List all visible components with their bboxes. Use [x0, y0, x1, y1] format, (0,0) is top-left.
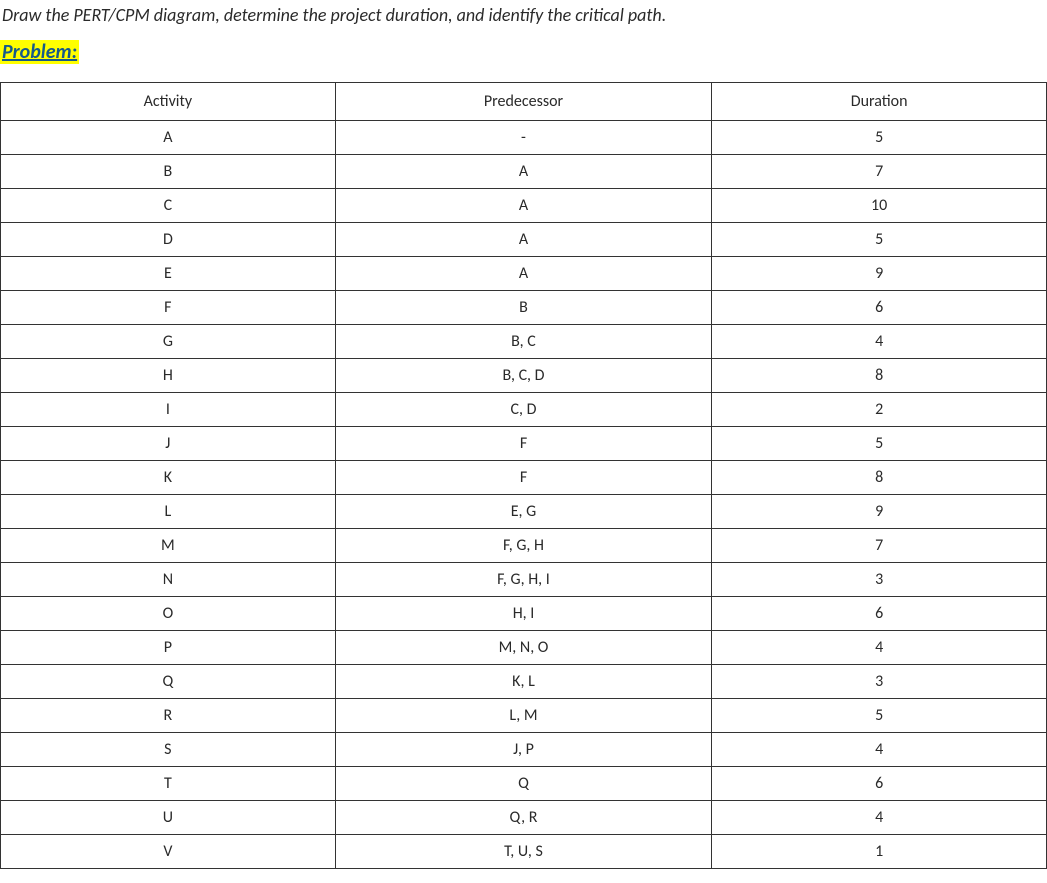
table-row: A-5	[1, 121, 1047, 155]
table-row: KF8	[1, 461, 1047, 495]
cell-predecessor: M, N, O	[335, 631, 712, 665]
table-row: GB, C4	[1, 325, 1047, 359]
cell-predecessor: Q	[335, 767, 712, 801]
cell-duration: 7	[712, 155, 1047, 189]
cell-activity: I	[1, 393, 336, 427]
cell-activity: O	[1, 597, 336, 631]
activity-table: Activity Predecessor Duration A-5BA7CA10…	[0, 82, 1047, 869]
cell-duration: 3	[712, 563, 1047, 597]
cell-predecessor: A	[335, 189, 712, 223]
cell-activity: V	[1, 835, 336, 869]
cell-predecessor: -	[335, 121, 712, 155]
cell-predecessor: F, G, H, I	[335, 563, 712, 597]
cell-activity: T	[1, 767, 336, 801]
cell-predecessor: F	[335, 461, 712, 495]
cell-duration: 9	[712, 495, 1047, 529]
cell-duration: 4	[712, 801, 1047, 835]
cell-duration: 2	[712, 393, 1047, 427]
cell-predecessor: A	[335, 223, 712, 257]
table-row: LE, G9	[1, 495, 1047, 529]
cell-activity: Q	[1, 665, 336, 699]
cell-duration: 6	[712, 291, 1047, 325]
table-row: NF, G, H, I3	[1, 563, 1047, 597]
cell-duration: 4	[712, 733, 1047, 767]
table-row: VT, U, S1	[1, 835, 1047, 869]
cell-predecessor: B	[335, 291, 712, 325]
cell-duration: 1	[712, 835, 1047, 869]
cell-activity: C	[1, 189, 336, 223]
cell-activity: N	[1, 563, 336, 597]
cell-predecessor: H, I	[335, 597, 712, 631]
table-row: BA7	[1, 155, 1047, 189]
cell-predecessor: E, G	[335, 495, 712, 529]
cell-activity: A	[1, 121, 336, 155]
cell-activity: K	[1, 461, 336, 495]
cell-activity: L	[1, 495, 336, 529]
cell-activity: B	[1, 155, 336, 189]
cell-predecessor: A	[335, 155, 712, 189]
cell-duration: 5	[712, 121, 1047, 155]
cell-duration: 6	[712, 597, 1047, 631]
cell-activity: E	[1, 257, 336, 291]
cell-duration: 5	[712, 427, 1047, 461]
cell-predecessor: F	[335, 427, 712, 461]
cell-duration: 4	[712, 631, 1047, 665]
table-header-row: Activity Predecessor Duration	[1, 83, 1047, 121]
cell-activity: S	[1, 733, 336, 767]
header-predecessor: Predecessor	[335, 83, 712, 121]
table-row: RL, M5	[1, 699, 1047, 733]
cell-predecessor: K, L	[335, 665, 712, 699]
table-row: MF, G, H7	[1, 529, 1047, 563]
problem-label: Problem:	[0, 40, 79, 64]
cell-predecessor: B, C, D	[335, 359, 712, 393]
cell-predecessor: A	[335, 257, 712, 291]
cell-duration: 10	[712, 189, 1047, 223]
cell-duration: 8	[712, 359, 1047, 393]
cell-activity: G	[1, 325, 336, 359]
table-row: TQ6	[1, 767, 1047, 801]
cell-duration: 5	[712, 699, 1047, 733]
cell-activity: R	[1, 699, 336, 733]
header-activity: Activity	[1, 83, 336, 121]
cell-duration: 8	[712, 461, 1047, 495]
table-row: EA9	[1, 257, 1047, 291]
table-row: DA5	[1, 223, 1047, 257]
cell-activity: J	[1, 427, 336, 461]
cell-activity: D	[1, 223, 336, 257]
table-row: FB6	[1, 291, 1047, 325]
table-row: SJ, P4	[1, 733, 1047, 767]
cell-activity: H	[1, 359, 336, 393]
table-row: UQ, R4	[1, 801, 1047, 835]
cell-activity: U	[1, 801, 336, 835]
cell-predecessor: C, D	[335, 393, 712, 427]
table-row: JF5	[1, 427, 1047, 461]
cell-activity: M	[1, 529, 336, 563]
cell-predecessor: B, C	[335, 325, 712, 359]
table-row: CA10	[1, 189, 1047, 223]
cell-duration: 9	[712, 257, 1047, 291]
table-row: IC, D2	[1, 393, 1047, 427]
table-row: HB, C, D8	[1, 359, 1047, 393]
cell-duration: 7	[712, 529, 1047, 563]
cell-predecessor: Q, R	[335, 801, 712, 835]
cell-predecessor: T, U, S	[335, 835, 712, 869]
cell-predecessor: L, M	[335, 699, 712, 733]
cell-predecessor: J, P	[335, 733, 712, 767]
cell-duration: 6	[712, 767, 1047, 801]
table-row: OH, I6	[1, 597, 1047, 631]
table-row: QK, L3	[1, 665, 1047, 699]
cell-duration: 5	[712, 223, 1047, 257]
header-duration: Duration	[712, 83, 1047, 121]
table-row: PM, N, O4	[1, 631, 1047, 665]
cell-duration: 4	[712, 325, 1047, 359]
instruction-text: Draw the PERT/CPM diagram, determine the…	[0, 0, 1047, 34]
cell-activity: P	[1, 631, 336, 665]
cell-predecessor: F, G, H	[335, 529, 712, 563]
cell-activity: F	[1, 291, 336, 325]
cell-duration: 3	[712, 665, 1047, 699]
